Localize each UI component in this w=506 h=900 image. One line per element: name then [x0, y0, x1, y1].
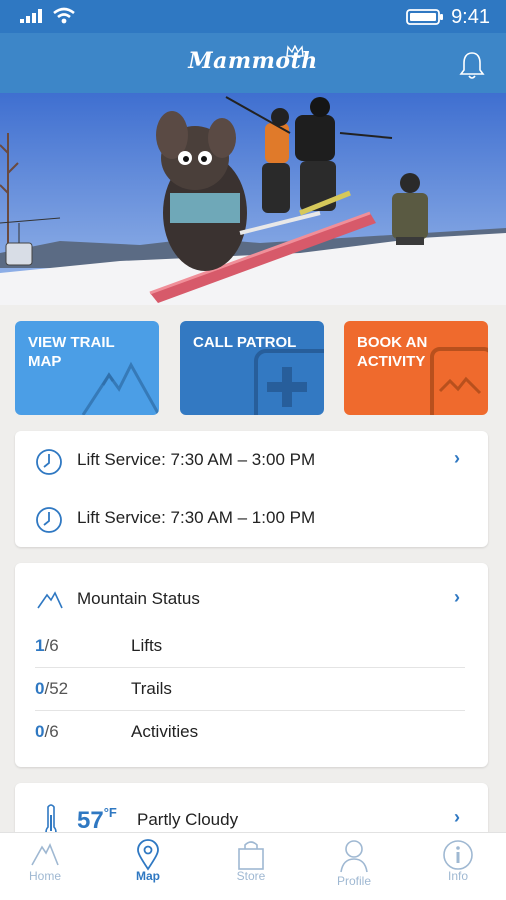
mountain-status-card[interactable]: Mountain Status › 1/6 Lifts 0/52 Trails …: [15, 563, 488, 767]
tab-home-label: Home: [28, 869, 61, 883]
mammoth-logo: Mammoth: [188, 48, 318, 74]
tab-store-label: Store: [236, 869, 266, 883]
chevron-right-icon[interactable]: ›: [454, 587, 460, 608]
tab-info-label: Info: [447, 869, 468, 883]
info-icon: [443, 840, 473, 870]
bell-icon[interactable]: [459, 51, 485, 81]
clock-icon: [36, 507, 62, 533]
plus-icon: [254, 349, 324, 415]
status-bar: 9:41: [0, 0, 506, 33]
hero-photo: [0, 93, 506, 305]
crown-icon: [286, 45, 304, 57]
trails-label: Trails: [131, 679, 172, 698]
tab-home[interactable]: Home: [10, 833, 80, 900]
status-row-lifts: 1/6 Lifts: [35, 625, 465, 668]
battery-icon: [406, 9, 443, 25]
lift-service-row[interactable]: Lift Service: 7:30 AM – 3:00 PM ›: [15, 440, 488, 480]
tab-info[interactable]: Info: [423, 833, 493, 900]
lifts-count: 1/6: [35, 636, 59, 655]
book-an-activity-button[interactable]: BOOK AN ACTIVITY: [344, 321, 488, 415]
temperature-value: 57°F: [77, 805, 117, 834]
mountain-status-title: Mountain Status: [77, 589, 200, 608]
chevron-right-icon[interactable]: ›: [454, 807, 460, 828]
lifts-label: Lifts: [131, 636, 163, 655]
trails-count: 0/52: [35, 679, 69, 698]
status-row-trails: 0/52 Trails: [35, 668, 465, 711]
photo-icon: [430, 347, 488, 415]
activities-label: Activities: [131, 722, 199, 741]
clock-icon: [36, 449, 62, 475]
status-row-activities: 0/6 Activities: [35, 711, 465, 754]
mountain-icon: [37, 591, 63, 609]
tab-map[interactable]: Map: [113, 833, 183, 900]
weather-condition: Partly Cloudy: [137, 810, 239, 829]
view-trail-map-button[interactable]: VIEW TRAIL MAP: [15, 321, 159, 415]
call-patrol-button[interactable]: CALL PATROL: [180, 321, 324, 415]
wifi-icon: [53, 7, 75, 24]
tab-profile[interactable]: Profile: [319, 833, 389, 900]
lift-service-row[interactable]: Lift Service: 7:30 AM – 1:00 PM: [15, 498, 488, 538]
lift-service-text: Lift Service: 7:30 AM – 3:00 PM: [77, 450, 316, 469]
activities-count: 0/6: [35, 722, 59, 741]
clock-time: 9:41: [451, 6, 490, 28]
app-bar: Mammoth: [0, 33, 506, 93]
mountain-icon: [81, 361, 159, 415]
tab-store[interactable]: Store: [216, 833, 286, 900]
mountain-status-header[interactable]: Mountain Status ›: [15, 585, 488, 615]
map-pin-icon: [137, 839, 159, 871]
mountain-icon: [31, 843, 59, 866]
tab-map-label: Map: [136, 869, 160, 883]
lift-service-text: Lift Service: 7:30 AM – 1:00 PM: [77, 508, 316, 527]
person-icon: [340, 840, 368, 873]
chevron-right-icon[interactable]: ›: [454, 448, 460, 469]
lift-service-card[interactable]: Lift Service: 7:30 AM – 3:00 PM › Lift S…: [15, 431, 488, 547]
shopping-bag-icon: [238, 841, 264, 870]
tab-profile-label: Profile: [336, 874, 371, 888]
signal-icon: [20, 9, 42, 23]
bottom-tab-bar: Home Map Store Profile Info: [0, 832, 506, 900]
